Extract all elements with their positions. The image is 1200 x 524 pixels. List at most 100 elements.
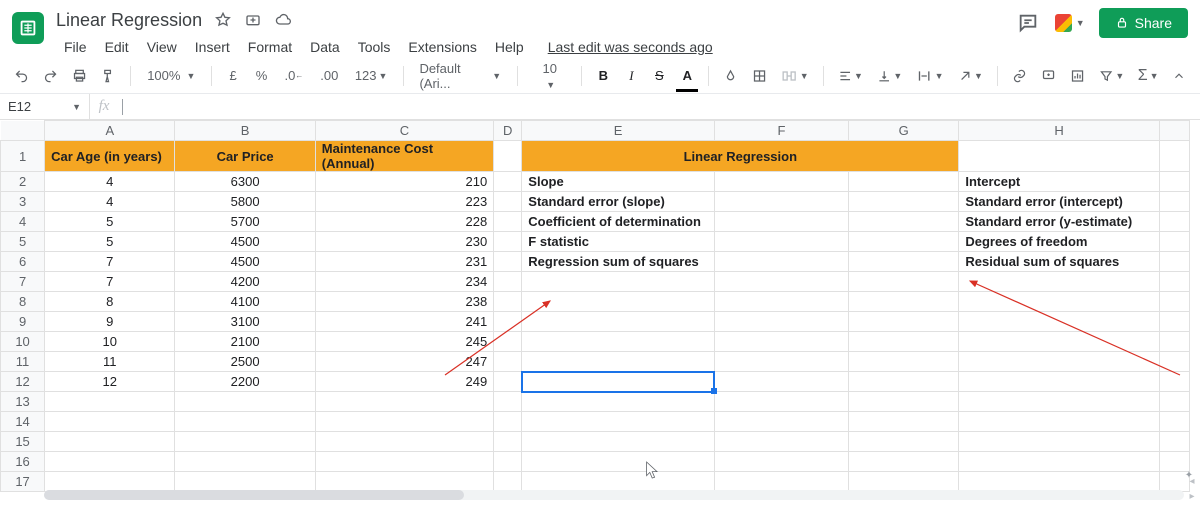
cell[interactable] <box>959 141 1160 172</box>
strike-button[interactable]: S <box>648 63 670 89</box>
filter-icon[interactable]: ▼ <box>1095 63 1128 89</box>
italic-button[interactable]: I <box>620 63 642 89</box>
cell[interactable]: 11 <box>45 352 175 372</box>
cell[interactable] <box>175 452 315 472</box>
cell[interactable] <box>494 232 522 252</box>
cell[interactable] <box>959 432 1160 452</box>
cell[interactable]: 5 <box>45 212 175 232</box>
cell[interactable]: Regression sum of squares <box>522 252 714 272</box>
cell[interactable] <box>45 392 175 412</box>
cell[interactable]: 223 <box>315 192 493 212</box>
cell[interactable]: Car Age (in years) <box>45 141 175 172</box>
cell[interactable]: 9 <box>45 312 175 332</box>
select-all-corner[interactable] <box>1 121 45 141</box>
menu-format[interactable]: Format <box>240 36 300 58</box>
col-header-b[interactable]: B <box>175 121 315 141</box>
row-header[interactable]: 13 <box>1 392 45 412</box>
cell[interactable]: Car Price <box>175 141 315 172</box>
cell[interactable]: F statistic <box>522 232 714 252</box>
row-header[interactable]: 3 <box>1 192 45 212</box>
cell[interactable]: Standard error (slope) <box>522 192 714 212</box>
doc-title[interactable]: Linear Regression <box>56 10 202 31</box>
row-header[interactable]: 4 <box>1 212 45 232</box>
cell[interactable] <box>849 292 959 312</box>
cell[interactable] <box>959 332 1160 352</box>
cell[interactable] <box>849 452 959 472</box>
menu-data[interactable]: Data <box>302 36 348 58</box>
cell[interactable] <box>494 272 522 292</box>
cell[interactable] <box>714 432 848 452</box>
row-header[interactable]: 1 <box>1 141 45 172</box>
cell[interactable]: Standard error (intercept) <box>959 192 1160 212</box>
cell[interactable]: 6300 <box>175 172 315 192</box>
meet-button[interactable]: ▼ <box>1055 11 1085 35</box>
cell[interactable] <box>315 432 493 452</box>
rotate-icon[interactable]: ▼ <box>954 63 987 89</box>
cell[interactable] <box>522 312 714 332</box>
cell[interactable] <box>849 212 959 232</box>
row-header[interactable]: 12 <box>1 372 45 392</box>
row-header[interactable]: 10 <box>1 332 45 352</box>
cell[interactable] <box>849 432 959 452</box>
cell[interactable] <box>714 312 848 332</box>
selection-handle[interactable] <box>711 388 717 394</box>
cell[interactable]: 230 <box>315 232 493 252</box>
cell[interactable]: 4100 <box>175 292 315 312</box>
cell[interactable] <box>522 332 714 352</box>
cell[interactable]: 12 <box>45 372 175 392</box>
cell[interactable]: 5 <box>45 232 175 252</box>
row-header[interactable]: 8 <box>1 292 45 312</box>
menu-insert[interactable]: Insert <box>187 36 238 58</box>
move-icon[interactable] <box>242 9 264 31</box>
cell[interactable] <box>494 392 522 412</box>
comment-icon[interactable] <box>1037 63 1060 89</box>
selected-cell[interactable] <box>522 372 714 392</box>
sheets-logo[interactable] <box>12 12 44 44</box>
cell[interactable] <box>849 372 959 392</box>
increase-decimal-button[interactable]: .00 <box>315 63 344 89</box>
row-header[interactable]: 2 <box>1 172 45 192</box>
cell[interactable]: 241 <box>315 312 493 332</box>
cell[interactable] <box>714 392 848 412</box>
cell[interactable] <box>494 212 522 232</box>
cell[interactable] <box>494 172 522 192</box>
cell[interactable]: 247 <box>315 352 493 372</box>
row-header[interactable]: 11 <box>1 352 45 372</box>
menu-view[interactable]: View <box>139 36 185 58</box>
percent-button[interactable]: % <box>250 63 273 89</box>
collapse-toolbar-icon[interactable] <box>1168 63 1190 89</box>
borders-icon[interactable] <box>748 63 771 89</box>
cell[interactable] <box>45 412 175 432</box>
paint-format-icon[interactable] <box>97 63 120 89</box>
decrease-decimal-button[interactable]: .0← <box>279 63 309 89</box>
cell[interactable]: Standard error (y-estimate) <box>959 212 1160 232</box>
cell[interactable]: 7 <box>45 272 175 292</box>
cell[interactable]: 10 <box>45 332 175 352</box>
cell[interactable] <box>494 412 522 432</box>
col-header-a[interactable]: A <box>45 121 175 141</box>
cell[interactable] <box>494 192 522 212</box>
row-header[interactable]: 5 <box>1 232 45 252</box>
cell[interactable]: 4500 <box>175 232 315 252</box>
cell[interactable] <box>959 352 1160 372</box>
row-header[interactable]: 17 <box>1 472 45 492</box>
cell[interactable] <box>494 352 522 372</box>
cell[interactable]: 238 <box>315 292 493 312</box>
cell[interactable] <box>315 452 493 472</box>
cell[interactable] <box>175 472 315 492</box>
cell[interactable] <box>714 452 848 472</box>
chart-icon[interactable] <box>1066 63 1089 89</box>
col-header-g[interactable]: G <box>849 121 959 141</box>
cell[interactable]: 231 <box>315 252 493 272</box>
cell[interactable]: 3100 <box>175 312 315 332</box>
cell[interactable] <box>175 432 315 452</box>
row-header[interactable]: 16 <box>1 452 45 472</box>
cell[interactable] <box>45 432 175 452</box>
cell[interactable] <box>849 392 959 412</box>
print-icon[interactable] <box>68 63 91 89</box>
cell[interactable] <box>714 192 848 212</box>
cell[interactable]: 2100 <box>175 332 315 352</box>
cell[interactable]: Intercept <box>959 172 1160 192</box>
cell[interactable]: 228 <box>315 212 493 232</box>
cell[interactable] <box>315 412 493 432</box>
